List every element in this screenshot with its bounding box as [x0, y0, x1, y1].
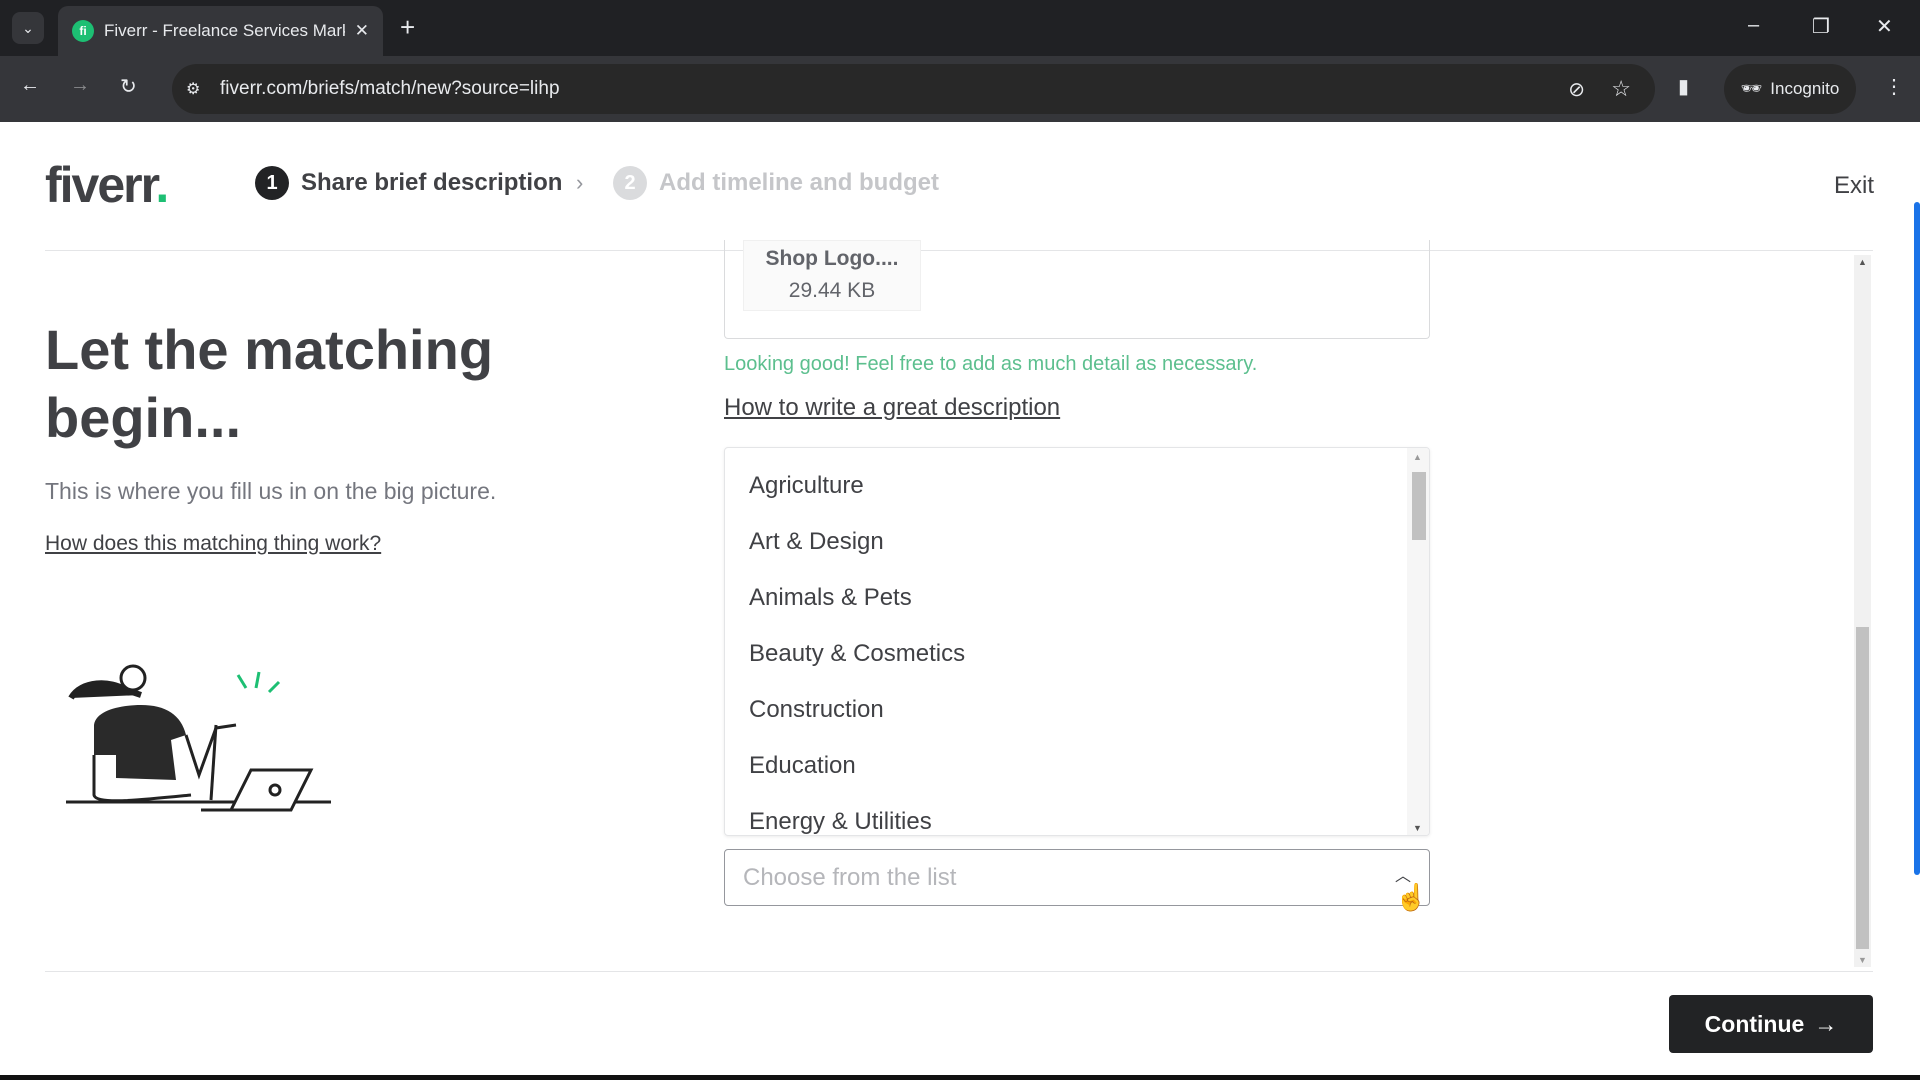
site-settings-icon[interactable]: ⚙ — [186, 79, 200, 99]
list-scrollbar-thumb[interactable] — [1412, 472, 1426, 540]
tab-search-button[interactable]: ⌄ — [12, 12, 44, 44]
list-item[interactable]: Animals & Pets — [749, 584, 912, 612]
attachment-size: 29.44 KB — [788, 279, 876, 302]
close-window-button[interactable]: ✕ — [1876, 14, 1893, 39]
browser-tab-bar: ⌄ fi Fiverr - Freelance Services Mark ✕ … — [0, 0, 1920, 56]
list-scrollbar[interactable]: ▲ ▼ — [1407, 448, 1429, 835]
fiverr-logo[interactable]: fiverr. — [45, 156, 169, 214]
scroll-down-arrow[interactable]: ▼ — [1858, 955, 1867, 965]
chevron-right-icon: › — [576, 170, 584, 195]
menu-icon[interactable]: ⋮ — [1884, 74, 1904, 99]
matching-help-link[interactable]: How does this matching thing work? — [45, 532, 381, 556]
list-item[interactable]: Education — [749, 752, 856, 780]
step-2: 2 Add timeline and budget — [613, 166, 939, 200]
mouse-cursor-icon: ☝ — [1395, 882, 1428, 912]
step-number: 2 — [613, 166, 647, 200]
step-number: 1 — [255, 166, 289, 200]
bookmark-star-icon[interactable]: ☆ — [1611, 76, 1631, 102]
list-item[interactable]: Beauty & Cosmetics — [749, 640, 965, 668]
browser-tab[interactable]: fi Fiverr - Freelance Services Mark ✕ — [58, 6, 383, 56]
continue-button[interactable]: Continue → — [1669, 995, 1873, 1053]
incognito-badge[interactable]: 🕶 Incognito — [1724, 64, 1856, 114]
tab-title: Fiverr - Freelance Services Mark — [104, 21, 345, 40]
window-scroll-indicator — [1914, 202, 1920, 875]
scroll-down-arrow[interactable]: ▼ — [1413, 823, 1422, 833]
close-tab-icon[interactable]: ✕ — [355, 21, 369, 41]
step-1: 1 Share brief description — [255, 166, 562, 200]
list-item[interactable]: Art & Design — [749, 528, 884, 556]
step-label: Add timeline and budget — [659, 169, 939, 196]
forward-icon[interactable]: → — [70, 74, 90, 97]
minimize-button[interactable]: – — [1748, 14, 1759, 37]
new-tab-button[interactable]: + — [400, 12, 415, 43]
restore-button[interactable]: ❐ — [1812, 14, 1830, 39]
eye-off-icon[interactable]: ⊘ — [1568, 77, 1585, 102]
side-panel-icon[interactable]: ▮ — [1678, 74, 1689, 99]
page-subtitle: This is where you fill us in on the big … — [45, 478, 497, 504]
scroll-up-arrow[interactable]: ▲ — [1413, 452, 1422, 462]
list-item[interactable]: Energy & Utilities — [749, 808, 932, 835]
bottom-bar — [0, 1075, 1920, 1080]
incognito-label: Incognito — [1770, 79, 1840, 98]
page-title: Let the matching begin... — [45, 318, 494, 449]
exit-button[interactable]: Exit — [1834, 172, 1874, 200]
attachment-name: Shop Logo.... — [765, 247, 899, 270]
footer-divider — [45, 971, 1873, 972]
url-text: fiverr.com/briefs/match/new?source=lihp — [220, 78, 560, 99]
fiverr-favicon-icon: fi — [72, 20, 94, 42]
reload-icon[interactable]: ↻ — [120, 74, 137, 99]
list-item[interactable]: Construction — [749, 696, 884, 724]
description-help-link[interactable]: How to write a great description — [724, 394, 1060, 422]
continue-label: Continue — [1704, 1010, 1805, 1037]
validation-message: Looking good! Feel free to add as much d… — [724, 353, 1258, 375]
scroll-up-arrow[interactable]: ▲ — [1858, 257, 1867, 267]
arrow-right-icon: → — [1814, 1010, 1838, 1037]
illustration-woman-laptop — [66, 664, 331, 812]
address-bar[interactable]: ⚙ fiverr.com/briefs/match/new?source=lih… — [172, 64, 1655, 114]
attachment-card[interactable]: Shop Logo.... 29.44 KB — [743, 240, 921, 311]
back-icon[interactable]: ← — [20, 74, 40, 97]
incognito-icon: 🕶 — [1740, 79, 1763, 98]
page-scrollbar-thumb[interactable] — [1856, 627, 1869, 949]
list-item[interactable]: Agriculture — [749, 472, 864, 500]
page-scrollbar[interactable]: ▲ ▼ — [1854, 255, 1871, 967]
step-label: Share brief description — [301, 169, 563, 196]
industry-dropdown-list: Agriculture Art & Design Animals & Pets … — [724, 447, 1430, 836]
industry-select[interactable]: Choose from the list ︿ — [724, 849, 1430, 906]
select-placeholder: Choose from the list — [743, 863, 957, 891]
